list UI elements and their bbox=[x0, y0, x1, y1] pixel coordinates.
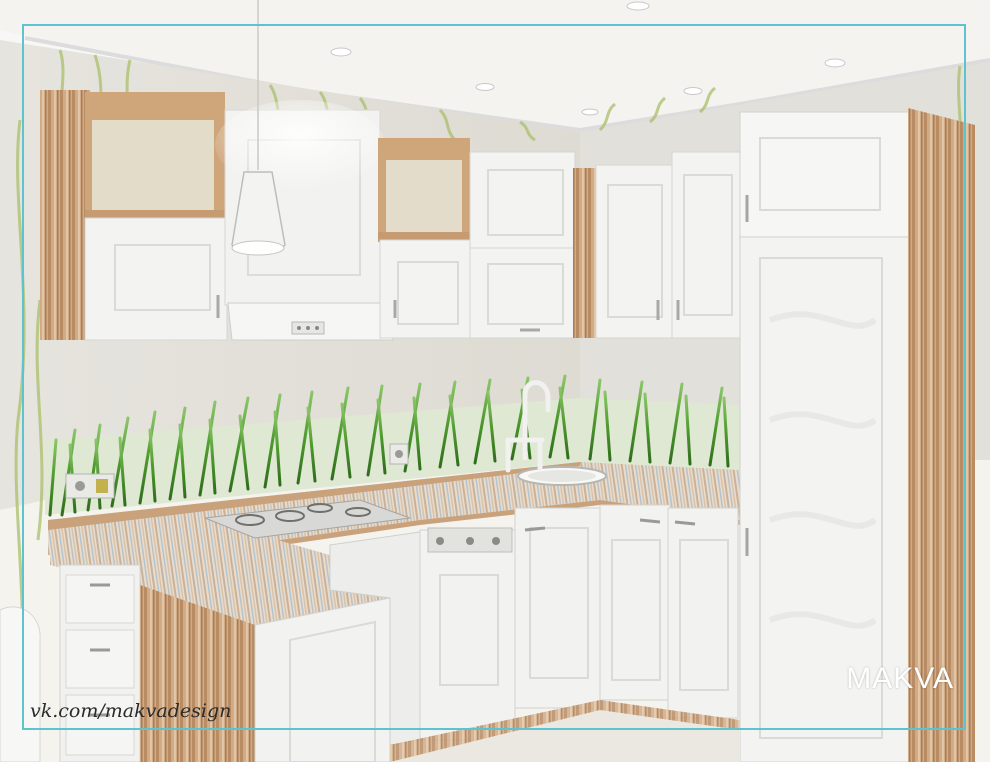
upper-cabinets-right bbox=[595, 151, 743, 339]
sink-icon bbox=[517, 466, 607, 486]
brand-watermark: MAKVA bbox=[846, 662, 954, 695]
website-watermark: vk.com/makvadesign bbox=[30, 700, 232, 722]
chair bbox=[0, 606, 41, 762]
kitchen-render bbox=[0, 0, 990, 762]
